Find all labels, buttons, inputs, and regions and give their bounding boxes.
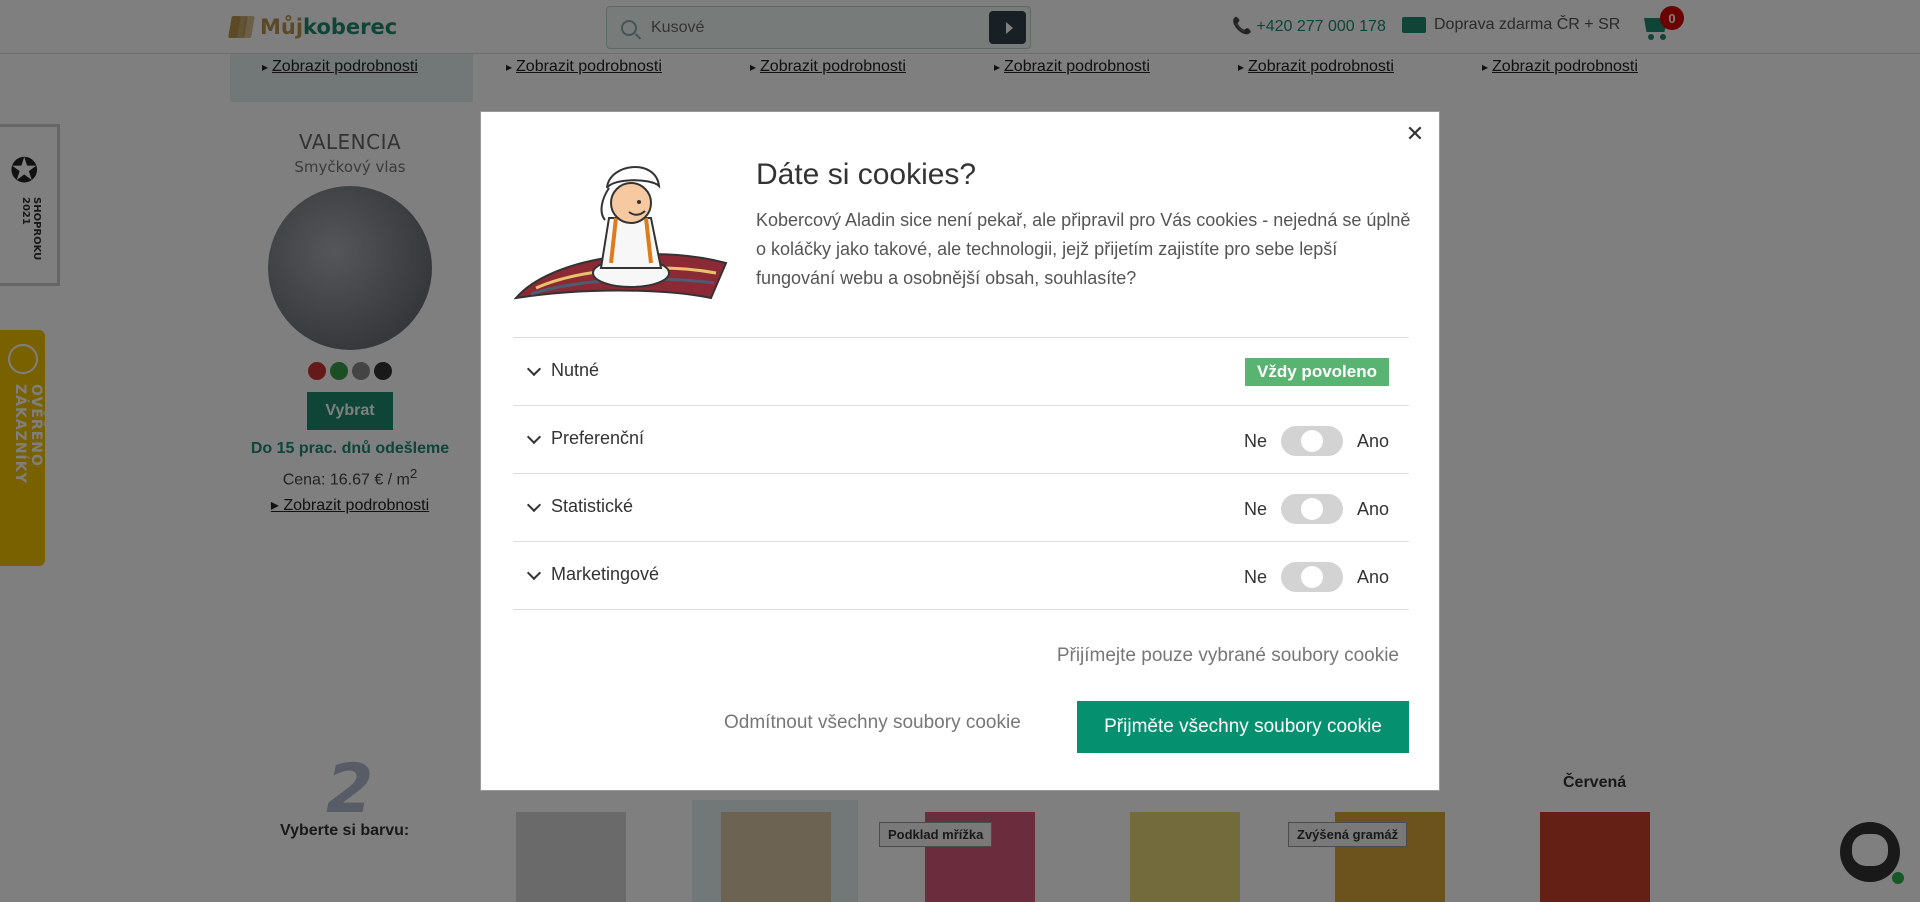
toggle-on-label: Ano [1356, 430, 1389, 451]
reject-all-button[interactable]: Odmítnout všechny soubory cookie [724, 712, 1021, 734]
cookie-consent-modal: ✕ Dáte si cookies? Kobercový Aladin sice… [480, 111, 1440, 791]
category-name: Preferenční [551, 428, 645, 448]
toggle-group: Ne Ano [1244, 426, 1389, 456]
category-name: Marketingové [551, 564, 660, 584]
marketing-toggle[interactable] [1280, 562, 1343, 592]
chevron-down-icon [526, 361, 542, 377]
accept-all-button[interactable]: Přijměte všechny soubory cookie [1077, 701, 1409, 753]
preferences-toggle[interactable] [1280, 426, 1343, 456]
toggle-off-label: Ne [1243, 498, 1267, 519]
close-icon[interactable]: ✕ [1403, 124, 1427, 148]
cookie-categories: Nutné Vždy povoleno Preferenční Ne Ano S… [513, 337, 1409, 610]
modal-description: Kobercový Aladin sice není pekař, ale př… [756, 210, 1411, 288]
cookie-category-statistics[interactable]: Statistické Ne Ano [513, 474, 1409, 542]
aladin-carpet-illustration [513, 166, 728, 300]
chevron-down-icon [526, 565, 542, 581]
accept-selected-button[interactable]: Přijímejte pouze vybrané soubory cookie [1057, 645, 1399, 667]
statistics-toggle[interactable] [1280, 494, 1343, 524]
modal-title: Dáte si cookies? [756, 158, 977, 191]
toggle-off-label: Ne [1243, 566, 1267, 587]
cookie-category-preferences[interactable]: Preferenční Ne Ano [513, 406, 1409, 474]
always-allowed-badge: Vždy povoleno [1245, 358, 1389, 386]
toggle-on-label: Ano [1356, 498, 1389, 519]
cookie-category-necessary[interactable]: Nutné Vždy povoleno [513, 338, 1409, 406]
toggle-off-label: Ne [1243, 430, 1267, 451]
toggle-group: Ne Ano [1244, 562, 1389, 592]
cookie-category-marketing[interactable]: Marketingové Ne Ano [513, 542, 1409, 610]
chevron-down-icon [526, 497, 542, 513]
toggle-group: Ne Ano [1244, 494, 1389, 524]
chevron-down-icon [526, 429, 542, 445]
category-name: Statistické [551, 496, 634, 516]
toggle-on-label: Ano [1356, 566, 1389, 587]
category-name: Nutné [551, 360, 600, 380]
